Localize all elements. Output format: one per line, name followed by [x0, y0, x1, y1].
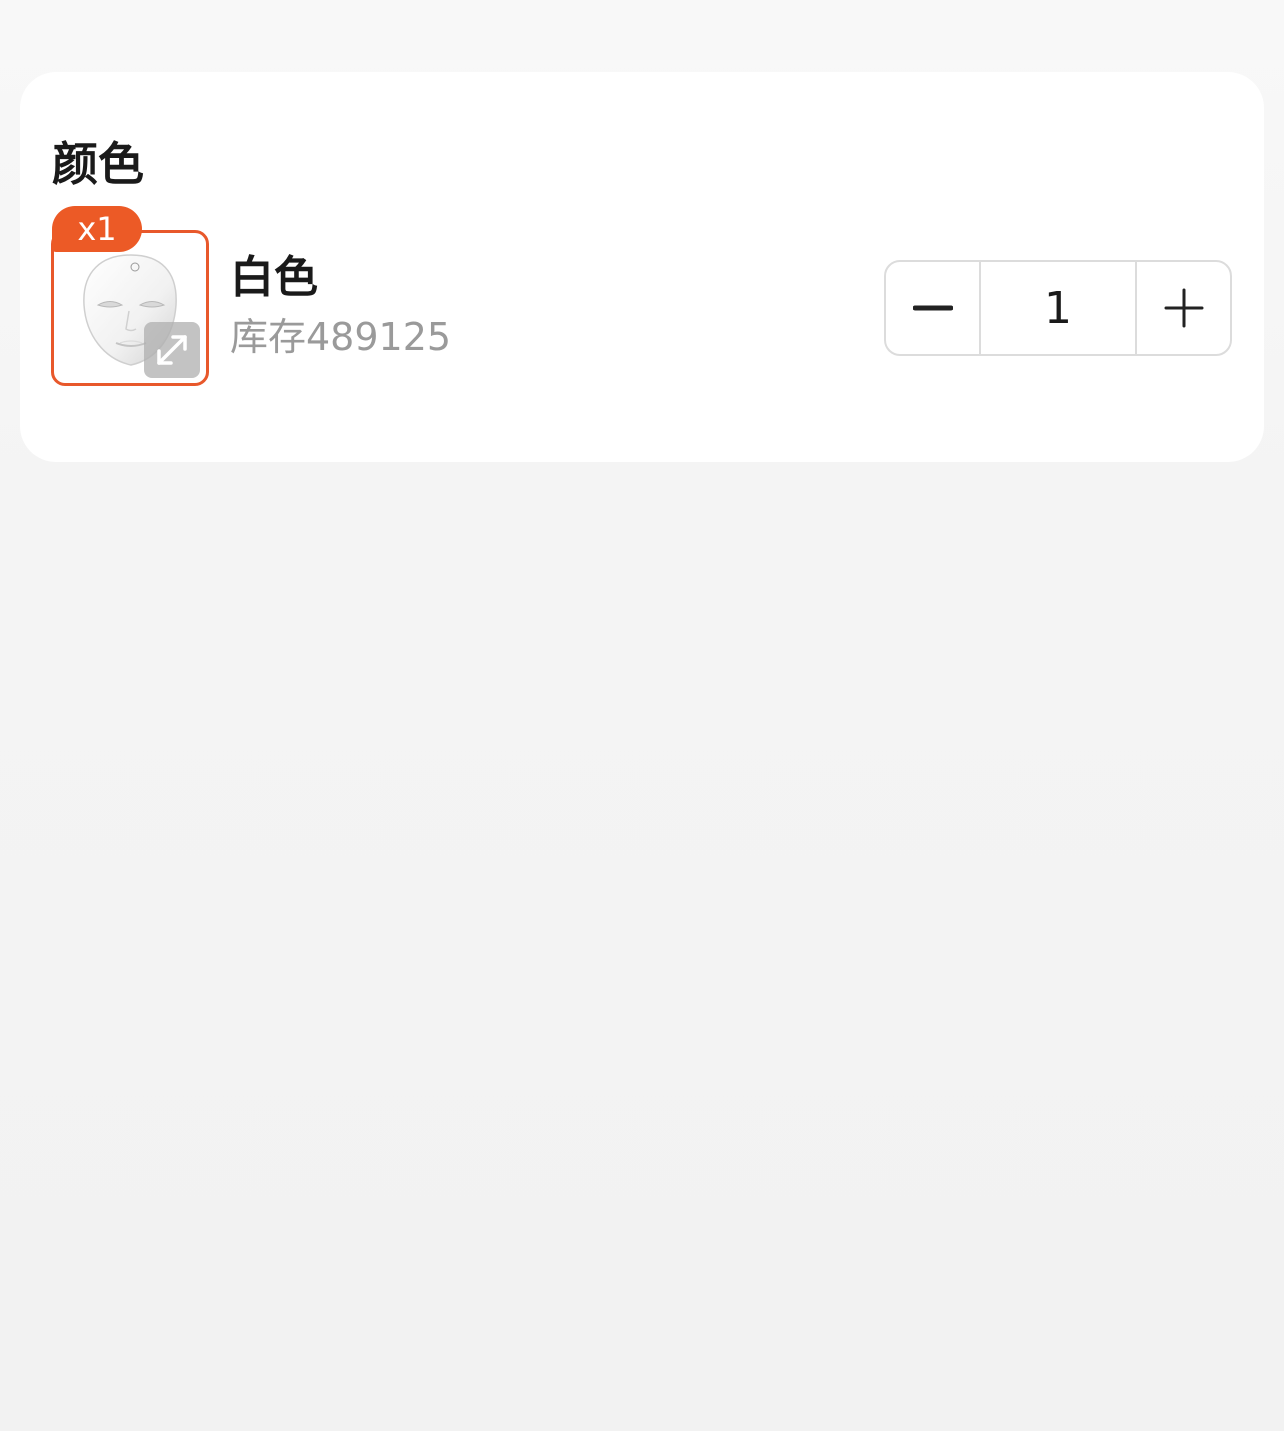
- section-title-color: 颜色: [52, 137, 144, 191]
- option-thumbnail[interactable]: [51, 230, 209, 386]
- minus-icon: [912, 305, 953, 311]
- option-name[interactable]: 白色: [230, 250, 318, 306]
- quantity-stepper: 1: [884, 260, 1232, 356]
- decrement-button[interactable]: [886, 262, 979, 354]
- plus-icon: [1164, 288, 1203, 328]
- spec-card: 颜色 x1 白色 库存489125 1: [20, 72, 1264, 462]
- expand-icon[interactable]: [144, 322, 200, 378]
- expand-arrows-icon: [157, 335, 187, 365]
- quantity-badge: x1: [52, 206, 142, 252]
- quantity-value[interactable]: 1: [979, 262, 1137, 354]
- increment-button[interactable]: [1137, 262, 1230, 354]
- option-stock: 库存489125: [230, 315, 452, 359]
